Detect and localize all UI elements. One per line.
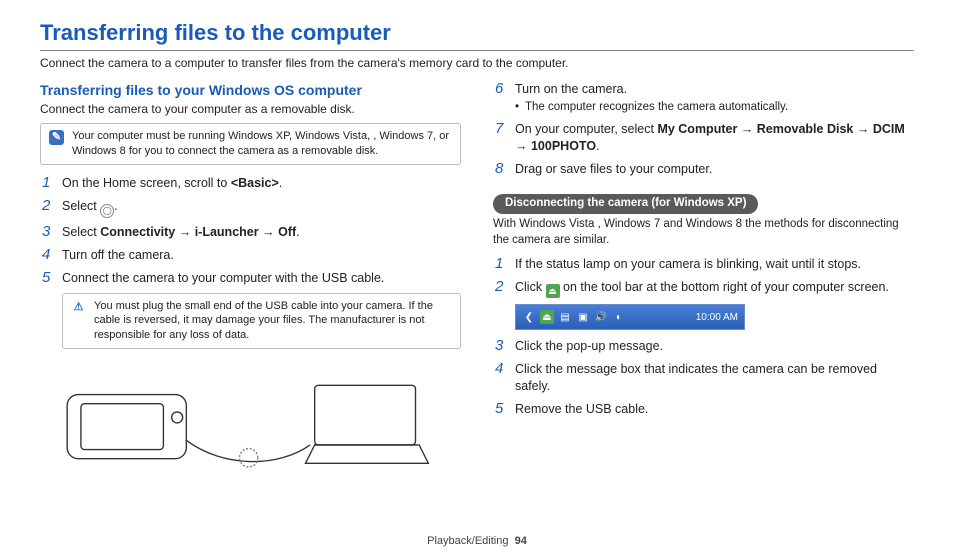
page-number: 94 <box>515 535 527 547</box>
arrow-icon: → <box>179 225 192 239</box>
step-1: On the Home screen, scroll to <Basic>. <box>40 175 461 192</box>
step-2: Select ◯. <box>40 198 461 218</box>
dstep-2-text-b: on the tool bar at the bottom right of y… <box>560 280 889 294</box>
step-1-text-a: On the Home screen, scroll to <box>62 176 231 190</box>
safely-remove-icon: ⏏ <box>546 284 560 298</box>
dstep-5: Remove the USB cable. <box>493 401 914 418</box>
step-7: On your computer, select My Computer → R… <box>493 121 914 155</box>
windows-taskbar-illustration: ❮ ⏏ ▤ ▣ 🔊 ◐ 10:00 AM <box>515 304 745 330</box>
two-column-layout: Transferring files to your Windows OS co… <box>40 81 914 482</box>
connect-steps: On the Home screen, scroll to <Basic>. S… <box>40 175 461 287</box>
title-rule <box>40 50 914 51</box>
info-note-box: ✎ Your computer must be running Windows … <box>40 123 461 165</box>
disconnect-subnote: With Windows Vista , Windows 7 and Windo… <box>493 217 914 248</box>
dstep-4: Click the message box that indicates the… <box>493 361 914 395</box>
disconnect-steps: If the status lamp on your camera is bli… <box>493 256 914 298</box>
step-1-text-c: . <box>279 176 282 190</box>
camera-laptop-illustration <box>40 367 461 477</box>
step-6-sub: The computer recognizes the camera autom… <box>515 100 914 116</box>
step-3-bold-1: Connectivity <box>100 225 175 239</box>
info-note-text: Your computer must be running Windows XP… <box>72 129 452 159</box>
connect-steps-continued: Turn on the camera. The computer recogni… <box>493 81 914 178</box>
step-7-bold-4: 100PHOTO <box>531 139 596 153</box>
step-8: Drag or save files to your computer. <box>493 161 914 178</box>
tray-arrow-icon: ❮ <box>522 310 536 324</box>
step-3: Select Connectivity → i-Launcher → Off. <box>40 224 461 241</box>
page-title: Transferring files to the computer <box>40 18 914 48</box>
disconnect-heading-pill: Disconnecting the camera (for Windows XP… <box>493 194 758 215</box>
page-intro: Connect the camera to a computer to tran… <box>40 55 914 71</box>
step-3-text-a: Select <box>62 225 100 239</box>
disconnect-steps-continued: Click the pop-up message. Click the mess… <box>493 338 914 418</box>
step-5: Connect the camera to your computer with… <box>40 270 461 287</box>
windows-section-subtitle: Connect the camera to your computer as a… <box>40 101 461 117</box>
warning-icon: ⚠ <box>71 300 86 315</box>
info-icon: ✎ <box>49 130 64 145</box>
step-7-text-f: . <box>596 139 599 153</box>
step-3-bold-2: i-Launcher <box>195 225 259 239</box>
step-7-text-a: On your computer, select <box>515 122 657 136</box>
taskbar-clock: 10:00 AM <box>696 311 738 325</box>
tray-display-icon: ▣ <box>576 310 590 324</box>
warning-note-box: ⚠ You must plug the small end of the USB… <box>62 293 461 350</box>
dstep-2: Click ⏏ on the tool bar at the bottom ri… <box>493 279 914 298</box>
arrow-icon: → <box>515 139 528 153</box>
arrow-icon: → <box>741 122 754 136</box>
step-2-text-b: . <box>114 199 117 213</box>
step-2-text-a: Select <box>62 199 100 213</box>
dstep-2-text-a: Click <box>515 280 546 294</box>
step-7-bold-3: DCIM <box>873 122 905 136</box>
page-footer: Playback/Editing 94 <box>0 534 954 549</box>
dstep-1: If the status lamp on your camera is bli… <box>493 256 914 273</box>
footer-section: Playback/Editing <box>427 535 508 547</box>
step-3-text-e: . <box>296 225 299 239</box>
tray-volume-icon: 🔊 <box>594 310 608 324</box>
settings-circle-icon: ◯ <box>100 204 114 218</box>
step-4: Turn off the camera. <box>40 247 461 264</box>
step-7-bold-1: My Computer <box>657 122 737 136</box>
tray-shield-icon: ◐ <box>612 310 626 324</box>
right-column: Turn on the camera. The computer recogni… <box>493 81 914 482</box>
arrow-icon: → <box>857 122 870 136</box>
dstep-3: Click the pop-up message. <box>493 338 914 355</box>
step-6-text: Turn on the camera. <box>515 82 627 96</box>
tray-network-icon: ▤ <box>558 310 572 324</box>
step-3-bold-3: Off <box>278 225 296 239</box>
windows-section-title: Transferring files to your Windows OS co… <box>40 81 461 100</box>
step-1-bold: <Basic> <box>231 176 279 190</box>
step-7-bold-2: Removable Disk <box>757 122 854 136</box>
arrow-icon: → <box>262 225 275 239</box>
left-column: Transferring files to your Windows OS co… <box>40 81 461 482</box>
warning-note-text: You must plug the small end of the USB c… <box>94 299 452 344</box>
step-6: Turn on the camera. The computer recogni… <box>493 81 914 115</box>
tray-remove-icon: ⏏ <box>540 310 554 324</box>
